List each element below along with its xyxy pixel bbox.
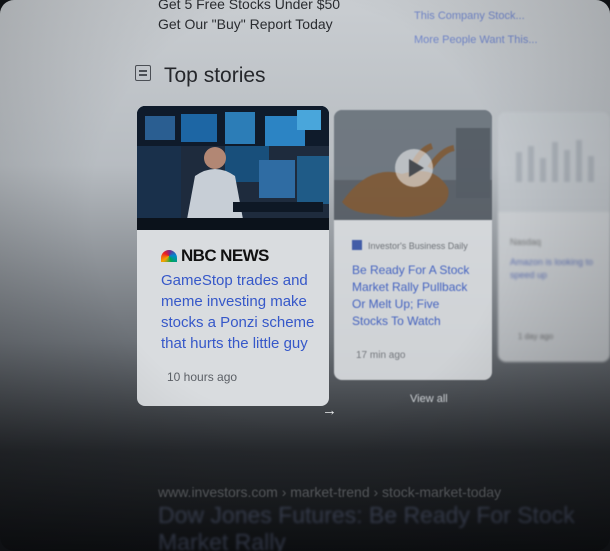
promo-line-2[interactable]: Get Our "Buy" Report Today: [158, 16, 333, 32]
right-top-line-2[interactable]: More People Want This...: [414, 34, 538, 46]
story-headline-2[interactable]: Be Ready For A Stock Market Rally Pullba…: [352, 262, 477, 330]
story-video-thumbnail[interactable]: [334, 110, 492, 220]
arrow-right-icon[interactable]: →: [322, 402, 337, 419]
search-results-page: Get 5 Free Stocks Under $50 Get Our "Buy…: [0, 0, 610, 551]
story-card-2[interactable]: Investor's Business Daily Be Ready For A…: [334, 110, 492, 380]
nbc-peacock-icon: [161, 250, 177, 262]
screen: Get 5 Free Stocks Under $50 Get Our "Buy…: [0, 0, 610, 551]
publisher-icon: [352, 240, 362, 250]
result-title[interactable]: Dow Jones Futures: Be Ready For Stock Ma…: [158, 502, 610, 551]
story-time-1: 10 hours ago: [167, 370, 238, 384]
chart-thumbnail: [498, 112, 610, 212]
story-source-2: Investor's Business Daily: [352, 240, 468, 251]
story-card-3[interactable]: Nasdaq Amazon is looking to speed up 1 d…: [498, 112, 610, 362]
story-source-logo: NBC NEWS: [161, 246, 269, 266]
story-card-1[interactable]: NBC NEWS GameStop trades and meme invest…: [137, 106, 329, 406]
story-image-trading-floor[interactable]: [137, 106, 329, 230]
story-image-chart[interactable]: [498, 112, 610, 212]
result-url[interactable]: www.investors.com › market-trend › stock…: [158, 484, 501, 500]
promo-line-1[interactable]: Get 5 Free Stocks Under $50: [158, 0, 340, 12]
story-headline-1[interactable]: GameStop trades and meme investing make …: [161, 270, 321, 354]
charging-bull-image: [334, 110, 492, 220]
story-time-2: 17 min ago: [356, 350, 406, 361]
right-top-line-1[interactable]: This Company Stock...: [414, 10, 525, 22]
story-source-3: Nasdaq: [510, 237, 542, 247]
story-headline-3[interactable]: Amazon is looking to speed up: [510, 256, 605, 282]
view-all-link[interactable]: View all: [410, 393, 448, 405]
newspaper-icon: [135, 65, 151, 81]
section-title: Top stories: [164, 64, 266, 87]
story-time-3: 1 day ago: [518, 332, 554, 341]
trading-floor-illustration: [137, 106, 329, 230]
